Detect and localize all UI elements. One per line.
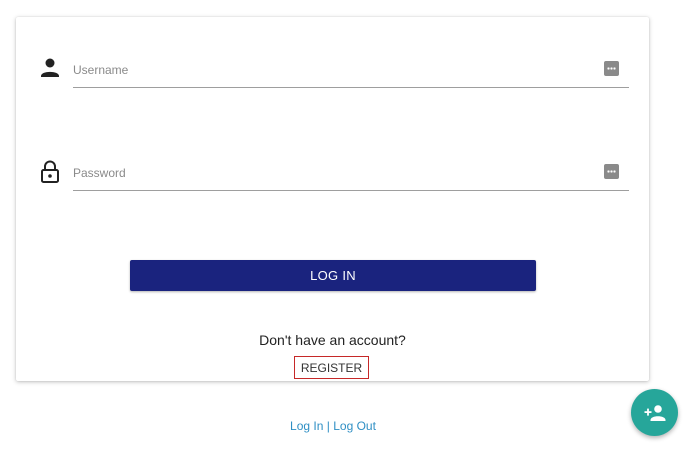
signup-prompt: Don't have an account?	[259, 332, 406, 348]
username-input-wrapper	[73, 53, 629, 88]
add-person-icon	[644, 405, 666, 421]
lock-icon	[40, 160, 62, 184]
footer-links: Log In | Log Out	[0, 419, 666, 433]
password-input-wrapper	[73, 156, 629, 191]
login-button[interactable]: LOG IN	[130, 260, 536, 291]
password-manager-icon[interactable]	[604, 61, 619, 76]
password-field-group	[40, 156, 629, 196]
person-icon	[40, 57, 62, 81]
add-user-fab-button[interactable]	[631, 389, 678, 436]
username-field-group	[40, 53, 629, 93]
register-button[interactable]: REGISTER	[294, 356, 369, 379]
login-link[interactable]: Log In	[290, 419, 323, 433]
username-input[interactable]	[73, 59, 593, 81]
link-separator: |	[326, 419, 330, 433]
password-manager-icon[interactable]	[604, 164, 619, 179]
login-card: LOG IN Don't have an account? REGISTER	[16, 17, 649, 381]
password-input[interactable]	[73, 162, 593, 184]
logout-link[interactable]: Log Out	[333, 419, 376, 433]
